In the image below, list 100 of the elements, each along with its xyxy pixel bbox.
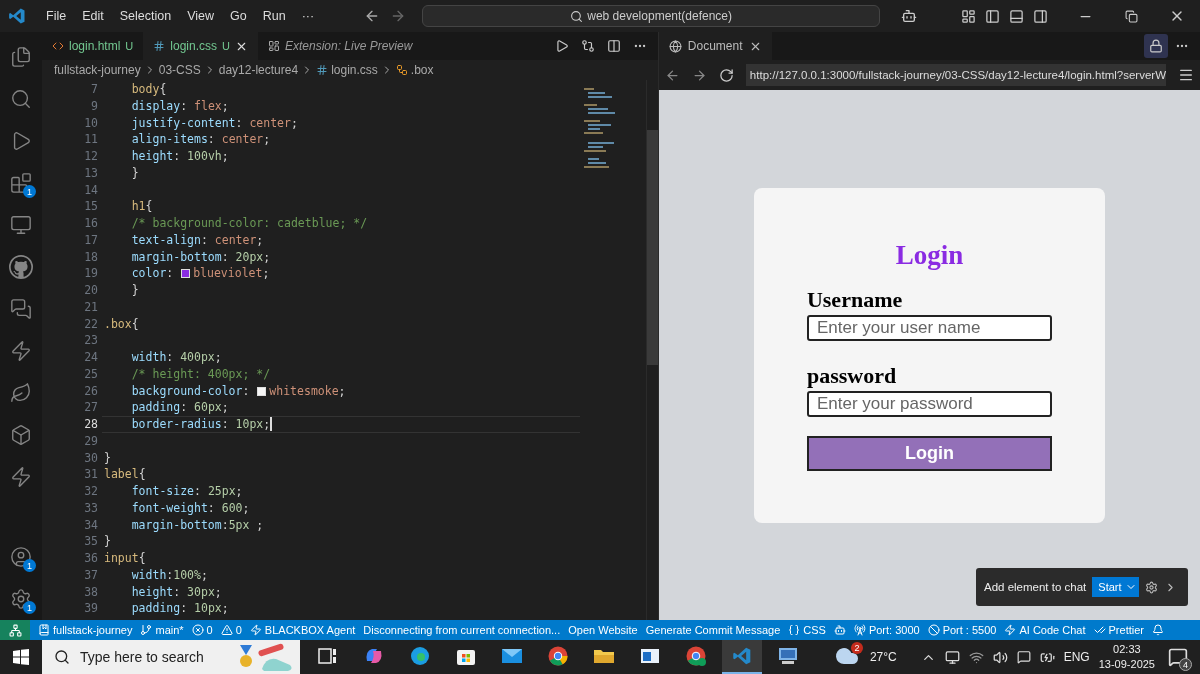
status-item[interactable]: Disconnecting from current connection...: [363, 624, 561, 636]
bell-icon[interactable]: [1152, 624, 1164, 636]
code-line: font-size: 25px;: [130, 483, 244, 500]
github-icon[interactable]: [9, 255, 33, 279]
settings-icon[interactable]: [10, 588, 32, 610]
chat-icon[interactable]: [10, 298, 32, 320]
task-view-icon[interactable]: [318, 647, 338, 665]
menu-item[interactable]: File: [40, 6, 73, 26]
line-number: 21: [84, 298, 98, 316]
globe-icon: [668, 39, 682, 53]
braces-icon: [788, 624, 801, 636]
sidebar-toggle-icon[interactable]: [984, 8, 1000, 24]
speaker-icon[interactable]: [992, 649, 1008, 665]
url-field[interactable]: http://127.0.0.1:3000/fullstack-journey/03-CSS/day12-lecture4/login.html?serverW: [745, 64, 1166, 86]
line-number: 37: [84, 566, 98, 584]
remote-button[interactable]: [0, 620, 30, 640]
status-item[interactable]: CSS: [788, 624, 826, 636]
menu-item[interactable]: Selection: [113, 6, 178, 26]
notification-badge: 1: [23, 601, 36, 614]
notification-icon[interactable]: [1168, 647, 1188, 667]
input-field[interactable]: Enter your user name: [806, 314, 1052, 341]
status-item[interactable]: AI Code Chat: [1004, 624, 1086, 636]
restore-icon[interactable]: [1124, 9, 1138, 23]
lightning-icon[interactable]: [10, 466, 32, 488]
breadcrumb[interactable]: fullstack-journey: [54, 63, 141, 77]
menu-item[interactable]: Run: [256, 6, 292, 26]
folder-icon[interactable]: [593, 647, 615, 665]
status-item[interactable]: BLACKBOX Agent: [249, 624, 356, 636]
status-item[interactable]: Generate Commit Message: [645, 624, 781, 636]
login-button[interactable]: Login: [806, 435, 1052, 471]
box-icon[interactable]: [10, 424, 32, 446]
language-indicator[interactable]: ENG: [1063, 650, 1090, 664]
scrollbar-thumb[interactable]: [646, 130, 658, 365]
code-icon: [52, 40, 64, 52]
status-item[interactable]: Open Website: [568, 624, 638, 636]
remote-icon: [8, 623, 22, 637]
split-editor-icon[interactable]: [606, 39, 621, 53]
breadcrumb[interactable]: login.css: [316, 63, 378, 77]
app-window-icon[interactable]: [640, 647, 660, 665]
branch-icon: [140, 624, 153, 636]
chrome-profile-icon[interactable]: [685, 645, 707, 667]
double-check-icon: [1093, 624, 1106, 636]
back-icon[interactable]: [664, 67, 680, 83]
command-center[interactable]: web development(defence): [422, 5, 881, 27]
edge-browser-icon[interactable]: [409, 645, 431, 667]
status-item[interactable]: fullstack-journey: [38, 624, 133, 636]
account-icon[interactable]: [10, 546, 32, 568]
menu-icon[interactable]: [1178, 67, 1194, 83]
breadcrumb[interactable]: day12-lecture4: [218, 63, 299, 77]
sidebar-toggle-icon[interactable]: [1032, 8, 1048, 24]
search-field[interactable]: Type here to search: [78, 648, 228, 666]
search-icon[interactable]: [10, 88, 32, 110]
status-item[interactable]: Prettier: [1093, 624, 1144, 636]
settings-icon[interactable]: [1144, 580, 1158, 594]
menu-item[interactable]: View: [181, 6, 220, 26]
run-icon[interactable]: [554, 39, 569, 53]
layout-icon[interactable]: [960, 8, 976, 24]
status-item[interactable]: Port: 3000: [853, 624, 920, 636]
menu-item[interactable]: Go: [224, 6, 253, 26]
input-field[interactable]: Enter your password: [806, 390, 1052, 417]
panel-toggle-icon[interactable]: [1008, 8, 1024, 24]
browser-tab[interactable]: Document: [658, 32, 772, 60]
temperature[interactable]: 27°C: [869, 650, 897, 664]
reload-icon[interactable]: [718, 67, 734, 83]
status-item[interactable]: 0: [220, 624, 242, 636]
leaf-icon[interactable]: [10, 382, 32, 404]
wifi-icon[interactable]: [968, 649, 984, 665]
breadcrumb[interactable]: 03-CSS: [158, 63, 201, 77]
editor-tab[interactable]: login.css U: [143, 32, 258, 60]
error-icon: [191, 624, 204, 636]
code-line: width:100%;: [130, 566, 209, 584]
code-line: background-color: whitesmoke;: [130, 382, 347, 400]
status-item[interactable]: main*: [140, 624, 184, 636]
breadcrumb[interactable]: .box: [395, 63, 434, 77]
mail-icon[interactable]: [501, 647, 523, 665]
menu-item[interactable]: ···: [295, 6, 321, 26]
taskbar-search-box[interactable]: Type here to search: [42, 640, 300, 674]
start-button[interactable]: Start: [1092, 577, 1139, 597]
compare-icon[interactable]: [580, 39, 595, 53]
explorer-icon[interactable]: [10, 46, 32, 68]
status-item[interactable]: Port : 5500: [927, 624, 997, 636]
network-icon[interactable]: [944, 649, 960, 665]
line-number: 27: [84, 399, 98, 416]
popup-text: Add element to chat: [984, 581, 1087, 593]
code-line: /* background-color: cadetblue; */: [130, 215, 369, 232]
menu-item[interactable]: Edit: [76, 6, 110, 26]
copilot-icon[interactable]: [901, 8, 918, 24]
forward-icon[interactable]: [691, 67, 707, 83]
status-item[interactable]: 0: [191, 624, 213, 636]
clock[interactable]: 02:33 13-09-2025: [1098, 642, 1155, 672]
lock-icon[interactable]: [1149, 39, 1163, 53]
computer-icon[interactable]: [777, 646, 799, 666]
windows-start-icon[interactable]: [13, 649, 29, 665]
vscode-app-icon[interactable]: [732, 646, 752, 666]
monitor-icon[interactable]: [10, 214, 32, 236]
lightning-icon[interactable]: [10, 340, 32, 362]
chrome-icon[interactable]: [547, 645, 569, 667]
lightning-icon: [1004, 624, 1017, 636]
line-number: 17: [84, 231, 98, 249]
extensions-icon[interactable]: [10, 172, 32, 194]
